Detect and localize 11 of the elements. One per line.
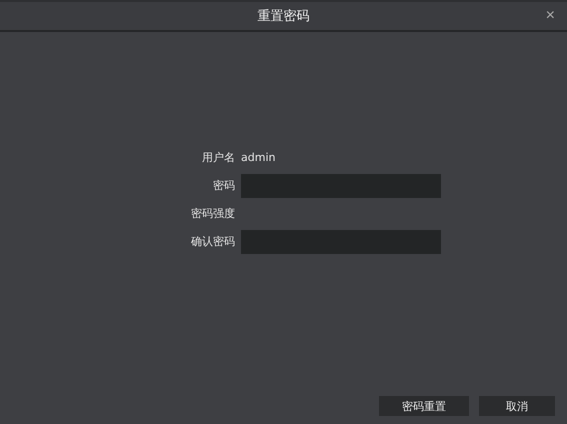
window-title: 重置密码	[258, 8, 310, 25]
input-field[interactable]	[241, 230, 441, 254]
input-field[interactable]	[241, 174, 441, 198]
reset-button[interactable]: 密码重置	[379, 396, 469, 416]
cancel-button[interactable]: 取消	[479, 396, 555, 416]
field-label: 密码	[213, 178, 235, 194]
close-button[interactable]: ×	[544, 6, 557, 26]
username-value: admin	[241, 150, 276, 166]
field-label: 确认密码	[191, 234, 235, 250]
field-label: 用户名	[202, 150, 235, 166]
field-label: 密码强度	[191, 206, 235, 222]
